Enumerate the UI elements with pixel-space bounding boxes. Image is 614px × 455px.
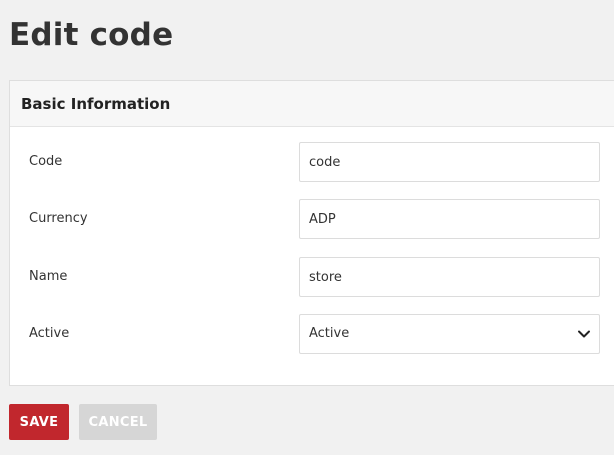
currency-input[interactable] <box>299 199 600 239</box>
active-label: Active <box>29 326 70 341</box>
panel-header: Basic Information <box>10 81 614 127</box>
form-row-active: Active Active <box>10 314 614 354</box>
code-input[interactable] <box>299 142 600 182</box>
form-row-name: Name <box>10 257 614 297</box>
panel-title: Basic Information <box>21 94 171 113</box>
basic-information-panel: Basic Information Code Currency Name Act… <box>9 80 614 386</box>
form-row-code: Code <box>10 142 614 182</box>
currency-label: Currency <box>29 211 88 226</box>
save-button[interactable]: SAVE <box>9 404 69 440</box>
active-select[interactable]: Active <box>299 314 600 354</box>
name-input[interactable] <box>299 257 600 297</box>
active-select-value: Active <box>309 326 350 341</box>
cancel-button[interactable]: CANCEL <box>79 404 157 440</box>
chevron-down-icon <box>578 330 590 338</box>
form-row-currency: Currency <box>10 199 614 239</box>
code-label: Code <box>29 154 63 169</box>
name-label: Name <box>29 269 68 284</box>
page-title: Edit code <box>9 17 174 53</box>
